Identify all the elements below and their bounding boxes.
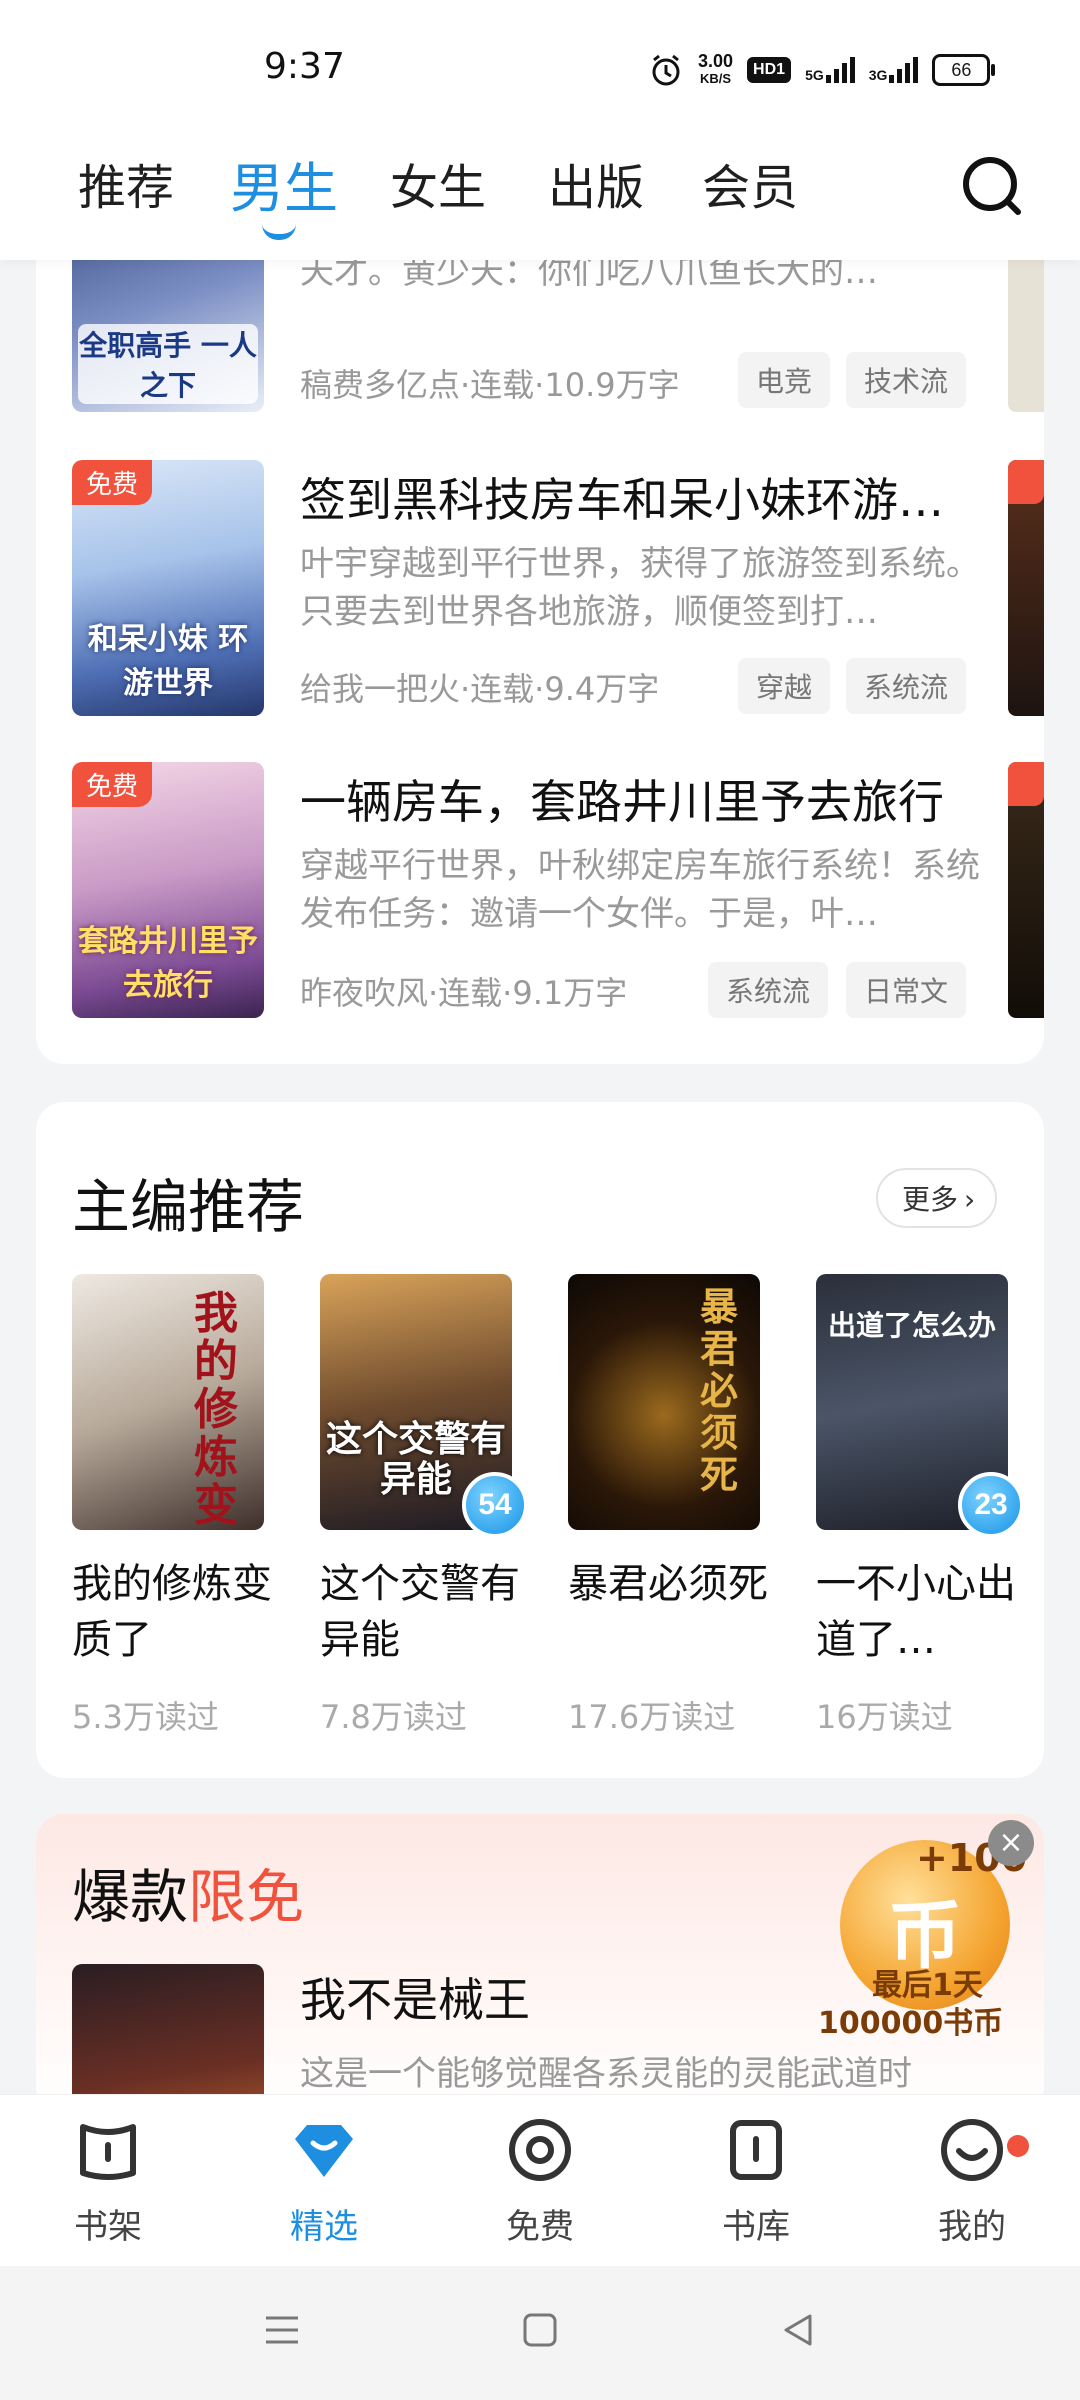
- more-button[interactable]: 更多 ›: [876, 1168, 998, 1228]
- menu-icon[interactable]: [262, 2310, 302, 2350]
- book-meta: 稿费多亿点·连载·10.9万字: [300, 366, 680, 404]
- read-count: 7.8万读过: [320, 1698, 467, 1736]
- book-title: 暴君必须死: [568, 1561, 768, 1607]
- nav-profile[interactable]: 我的: [897, 2115, 1047, 2248]
- notification-dot: [1007, 2135, 1029, 2157]
- nav-library[interactable]: 书库: [681, 2115, 831, 2248]
- nav-featured[interactable]: 精选: [249, 2115, 399, 2248]
- book-tag[interactable]: 技术流: [846, 352, 967, 408]
- tab-membership[interactable]: 会员: [702, 148, 798, 218]
- book-tag[interactable]: 系统流: [846, 658, 967, 714]
- featured-icon: [295, 2125, 353, 2177]
- close-icon[interactable]: ×: [988, 1820, 1034, 1866]
- coin-promo-float[interactable]: 币 +100 最后1天 100000书币 ×: [812, 1820, 1042, 2050]
- read-count: 17.6万读过: [568, 1698, 736, 1736]
- book-meta: 昨夜吹风·连载·9.1万字: [300, 974, 628, 1012]
- book-tag[interactable]: 电竞: [738, 352, 831, 408]
- book-desc: 这是一个能够觉醒各系灵能的灵能武道时: [300, 2054, 912, 2094]
- book-tag[interactable]: 系统流: [708, 962, 829, 1018]
- read-count: 16万读过: [816, 1698, 953, 1736]
- editor-pick-item[interactable]: 出道了怎么办 23 一不小心出道了… 16万读过: [816, 1274, 1036, 1754]
- bookshelf-icon: [80, 2124, 136, 2180]
- free-badge: 免费: [72, 762, 153, 807]
- active-tab-indicator: [262, 224, 296, 240]
- book-cover: 暴君必须死: [568, 1274, 760, 1530]
- hd-badge: HD1: [747, 57, 792, 83]
- battery-icon: 66: [932, 54, 996, 86]
- book-title[interactable]: 一辆房车，套路井川里予去旅行: [300, 766, 1000, 832]
- profile-icon: [941, 2119, 1003, 2181]
- status-icons: 3.00 KB/S HD1 5G 3G 66: [648, 50, 996, 90]
- editor-pick-item[interactable]: 这个交警有异能 54 这个交警有异能 7.8万读过: [320, 1274, 540, 1754]
- tab-recommend[interactable]: 推荐: [78, 148, 174, 218]
- book-title: 我的修炼变质了: [72, 1561, 272, 1663]
- editor-picks-card: 主编推荐 更多› 我的修炼变质了 我的修炼变质了 5.3万读过 这个交警有异能 …: [36, 1102, 1044, 1778]
- book-desc: 叶修：我有一个朋友，他和你一样，也是一个天才。黄少天：你们吃八爪鱼长大的…: [300, 260, 878, 292]
- system-nav-bar: [0, 2266, 1080, 2400]
- nav-bookshelf[interactable]: 书架: [33, 2115, 183, 2248]
- editor-pick-item[interactable]: 我的修炼变质了 我的修炼变质了 5.3万读过: [72, 1274, 272, 1754]
- book-cover: 免费 和呆小妹 环游世界: [72, 460, 264, 716]
- chevron-right-icon: ›: [964, 1183, 976, 1216]
- home-icon[interactable]: [520, 2310, 560, 2350]
- book-title: 这个交警有异能: [320, 1561, 520, 1663]
- bottom-nav: 书架 精选 免费 书库 我的: [0, 2094, 1080, 2267]
- signal-3g-icon: 3G: [869, 57, 919, 83]
- book-title[interactable]: 我不是械王: [300, 1964, 530, 2030]
- status-bar: 9:37 3.00 KB/S HD1 5G 3G 66: [0, 0, 1080, 140]
- book-meta: 给我一把火·连载·9.4万字: [300, 670, 660, 708]
- nav-free[interactable]: 免费: [465, 2115, 615, 2248]
- alarm-icon: [652, 54, 680, 86]
- section-title: 爆款限免: [72, 1863, 305, 1931]
- book-cover: 全职高手 一人之下: [72, 260, 264, 412]
- tab-female[interactable]: 女生: [390, 148, 486, 218]
- book-title[interactable]: 签到黑科技房车和呆小妹环游…: [300, 464, 960, 530]
- book-cover: 免费 套路井川里予 去旅行: [72, 762, 264, 1018]
- next-cover-peek: [1008, 460, 1044, 716]
- back-icon[interactable]: [778, 2310, 818, 2350]
- book-tag[interactable]: 穿越: [738, 658, 831, 714]
- next-cover-peek: [1008, 260, 1044, 412]
- editor-pick-item[interactable]: 暴君必须死 暴君必须死 17.6万读过: [568, 1274, 768, 1754]
- book-title: 一不小心出道了…: [816, 1561, 1016, 1663]
- book-tag[interactable]: 日常文: [846, 962, 967, 1018]
- book-desc: 穿越平行世界，叶秋绑定房车旅行系统！系统发布任务：邀请一个女伴。于是，叶…: [300, 846, 980, 934]
- next-cover-peek: [1008, 762, 1044, 1018]
- tab-male[interactable]: 男生: [230, 144, 338, 223]
- book-row[interactable]: 免费 套路井川里予 去旅行 一辆房车，套路井川里予去旅行 穿越平行世界，叶秋绑定…: [0, 762, 1080, 1022]
- section-title: 主编推荐: [72, 1173, 305, 1241]
- update-count-badge: 23: [958, 1472, 1024, 1538]
- book-row[interactable]: 免费 和呆小妹 环游世界 签到黑科技房车和呆小妹环游… 叶宇穿越到平行世界，获得…: [0, 458, 1080, 718]
- book-row-partial[interactable]: 全职高手 一人之下 叶修：我有一个朋友，他和你一样，也是一个天才。黄少天：你们吃…: [0, 260, 1080, 420]
- status-time: 9:37: [264, 46, 345, 87]
- book-cover: 我的修炼变质了: [72, 1274, 264, 1530]
- update-count-badge: 54: [462, 1472, 528, 1538]
- book-desc: 叶宇穿越到平行世界，获得了旅游签到系统。只要去到世界各地旅游，顺便签到打…: [300, 544, 980, 632]
- network-speed: 3.00 KB/S: [698, 51, 734, 86]
- top-tab-bar: 推荐 男生 女生 出版 会员: [0, 140, 1080, 260]
- search-icon[interactable]: [960, 154, 1024, 218]
- book-cover: [72, 1964, 264, 2114]
- signal-5g-icon: 5G: [805, 57, 855, 83]
- free-icon: [509, 2119, 571, 2181]
- library-icon: [730, 2120, 782, 2180]
- free-badge: 免费: [72, 460, 153, 505]
- tab-publishing[interactable]: 出版: [548, 148, 644, 218]
- read-count: 5.3万读过: [72, 1698, 219, 1736]
